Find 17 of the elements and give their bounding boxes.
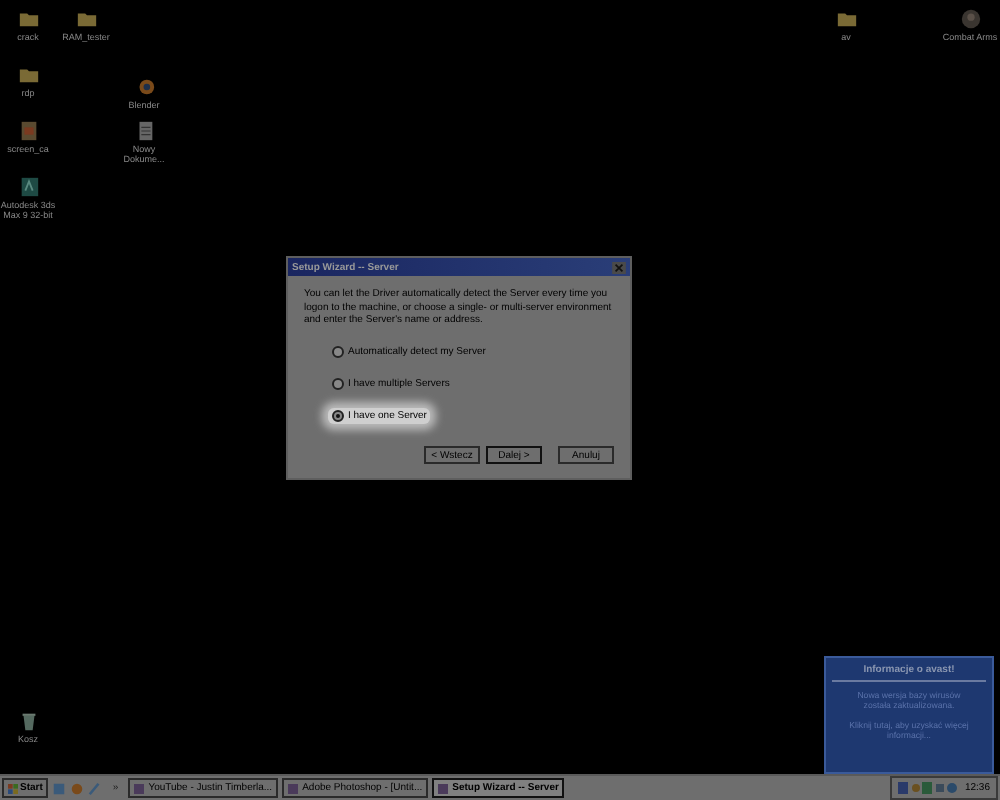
folder-icon[interactable] [17,8,39,30]
app-icon [288,783,299,793]
app-icon [438,783,449,793]
close-icon[interactable] [612,261,626,273]
app-icon[interactable] [17,176,39,198]
radio-button[interactable] [332,377,344,389]
folder-icon[interactable] [75,8,97,30]
radio-button[interactable] [332,409,344,421]
trash-icon[interactable] [17,710,39,732]
tray-icons-drawing[interactable] [898,782,959,794]
app-icon[interactable] [17,120,39,142]
app-icon[interactable] [959,8,981,30]
folder-icon[interactable] [17,64,39,86]
app-icon [134,783,145,793]
radio-button[interactable] [332,345,344,357]
windows-logo-icon [8,783,18,793]
folder-icon[interactable] [835,8,857,30]
